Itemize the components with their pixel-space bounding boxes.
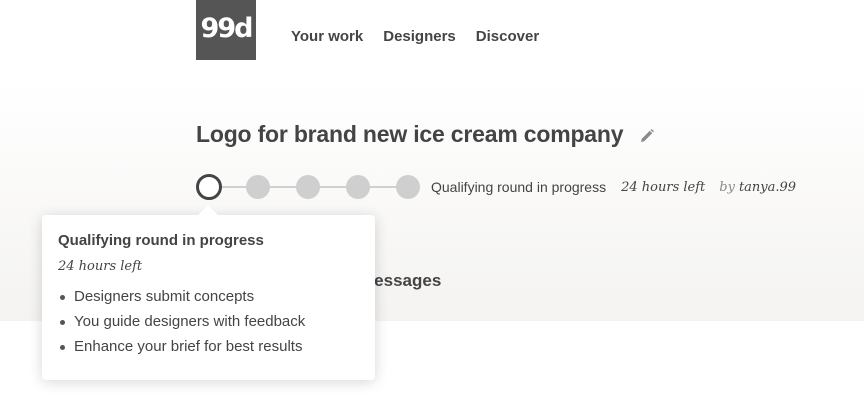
nav-your-work[interactable]: Your work [291, 28, 363, 45]
logo-text: 99d [200, 12, 254, 44]
stage-tooltip: Qualifying round in progress 24 hours le… [42, 205, 375, 380]
status-text: Qualifying round in progress [431, 179, 607, 195]
list-item: Designers submit concepts [58, 284, 359, 309]
contest-header: Logo for brand new ice cream company [196, 121, 656, 148]
stage-step-2[interactable] [246, 175, 270, 199]
nav-discover[interactable]: Discover [476, 28, 539, 45]
contest-progress: Qualifying round in progress 24 hours le… [196, 174, 796, 200]
pencil-icon[interactable] [638, 127, 656, 145]
stage-stepper [196, 174, 422, 200]
stage-step-1[interactable] [196, 174, 222, 200]
tooltip-list: Designers submit concepts You guide desi… [58, 284, 359, 359]
tooltip-time-left: 24 hours left [58, 259, 143, 274]
brand-logo[interactable]: 99d [196, 0, 256, 60]
nav-designers[interactable]: Designers [383, 28, 456, 45]
stage-step-3[interactable] [296, 175, 320, 199]
page-title: Logo for brand new ice cream company [196, 121, 624, 147]
by-label: by [719, 179, 735, 195]
list-item: Enhance your brief for best results [58, 334, 359, 359]
contest-owner[interactable]: tanya.99 [739, 180, 796, 195]
tooltip-title: Qualifying round in progress [58, 232, 264, 249]
time-left: 24 hours left [621, 179, 706, 195]
stage-step-4[interactable] [346, 175, 370, 199]
list-item: You guide designers with feedback [58, 309, 359, 334]
stage-step-5[interactable] [396, 175, 420, 199]
main-nav: Your work Designers Discover [291, 28, 539, 45]
